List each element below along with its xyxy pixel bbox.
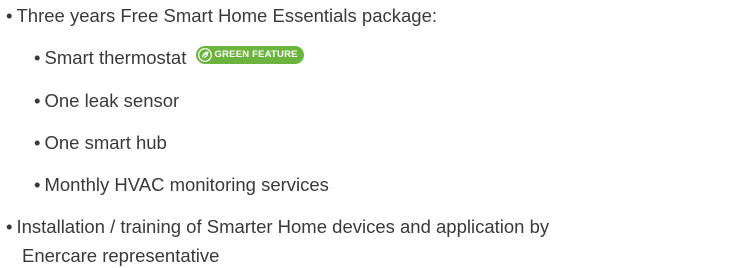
sub-item-label: One leak sensor <box>44 90 180 111</box>
bullet: • <box>34 47 41 68</box>
sub-item-label: One smart hub <box>44 132 167 153</box>
list-item-installation-continued: Enercare representative <box>22 244 219 268</box>
sub-item-smart-hub: • One smart hub <box>34 131 167 155</box>
list-item-label: Installation / training of Smarter Home … <box>16 216 550 237</box>
green-feature-badge: GREEN FEATURE <box>195 46 304 64</box>
list-item-package: • Three years Free Smart Home Essentials … <box>6 4 437 28</box>
list-item-installation: • Installation / training of Smarter Home… <box>6 215 549 239</box>
sub-item-hvac-monitoring: • Monthly HVAC monitoring services <box>34 173 329 197</box>
sub-item-thermostat: • Smart thermostat GREEN FEATURE <box>34 46 304 70</box>
leaf-swirl-icon <box>197 48 212 62</box>
bullet: • <box>34 90 41 111</box>
list-item-label: Enercare representative <box>22 245 220 266</box>
bullet: • <box>34 174 41 195</box>
bullet: • <box>34 132 41 153</box>
bullet: • <box>6 216 13 237</box>
badge-label: GREEN FEATURE <box>214 49 298 60</box>
sub-item-label: Monthly HVAC monitoring services <box>44 174 329 195</box>
sub-item-leak-sensor: • One leak sensor <box>34 89 179 113</box>
sub-item-label: Smart thermostat <box>44 47 187 68</box>
bullet: • <box>6 5 13 26</box>
list-item-label: Three years Free Smart Home Essentials p… <box>16 5 438 26</box>
